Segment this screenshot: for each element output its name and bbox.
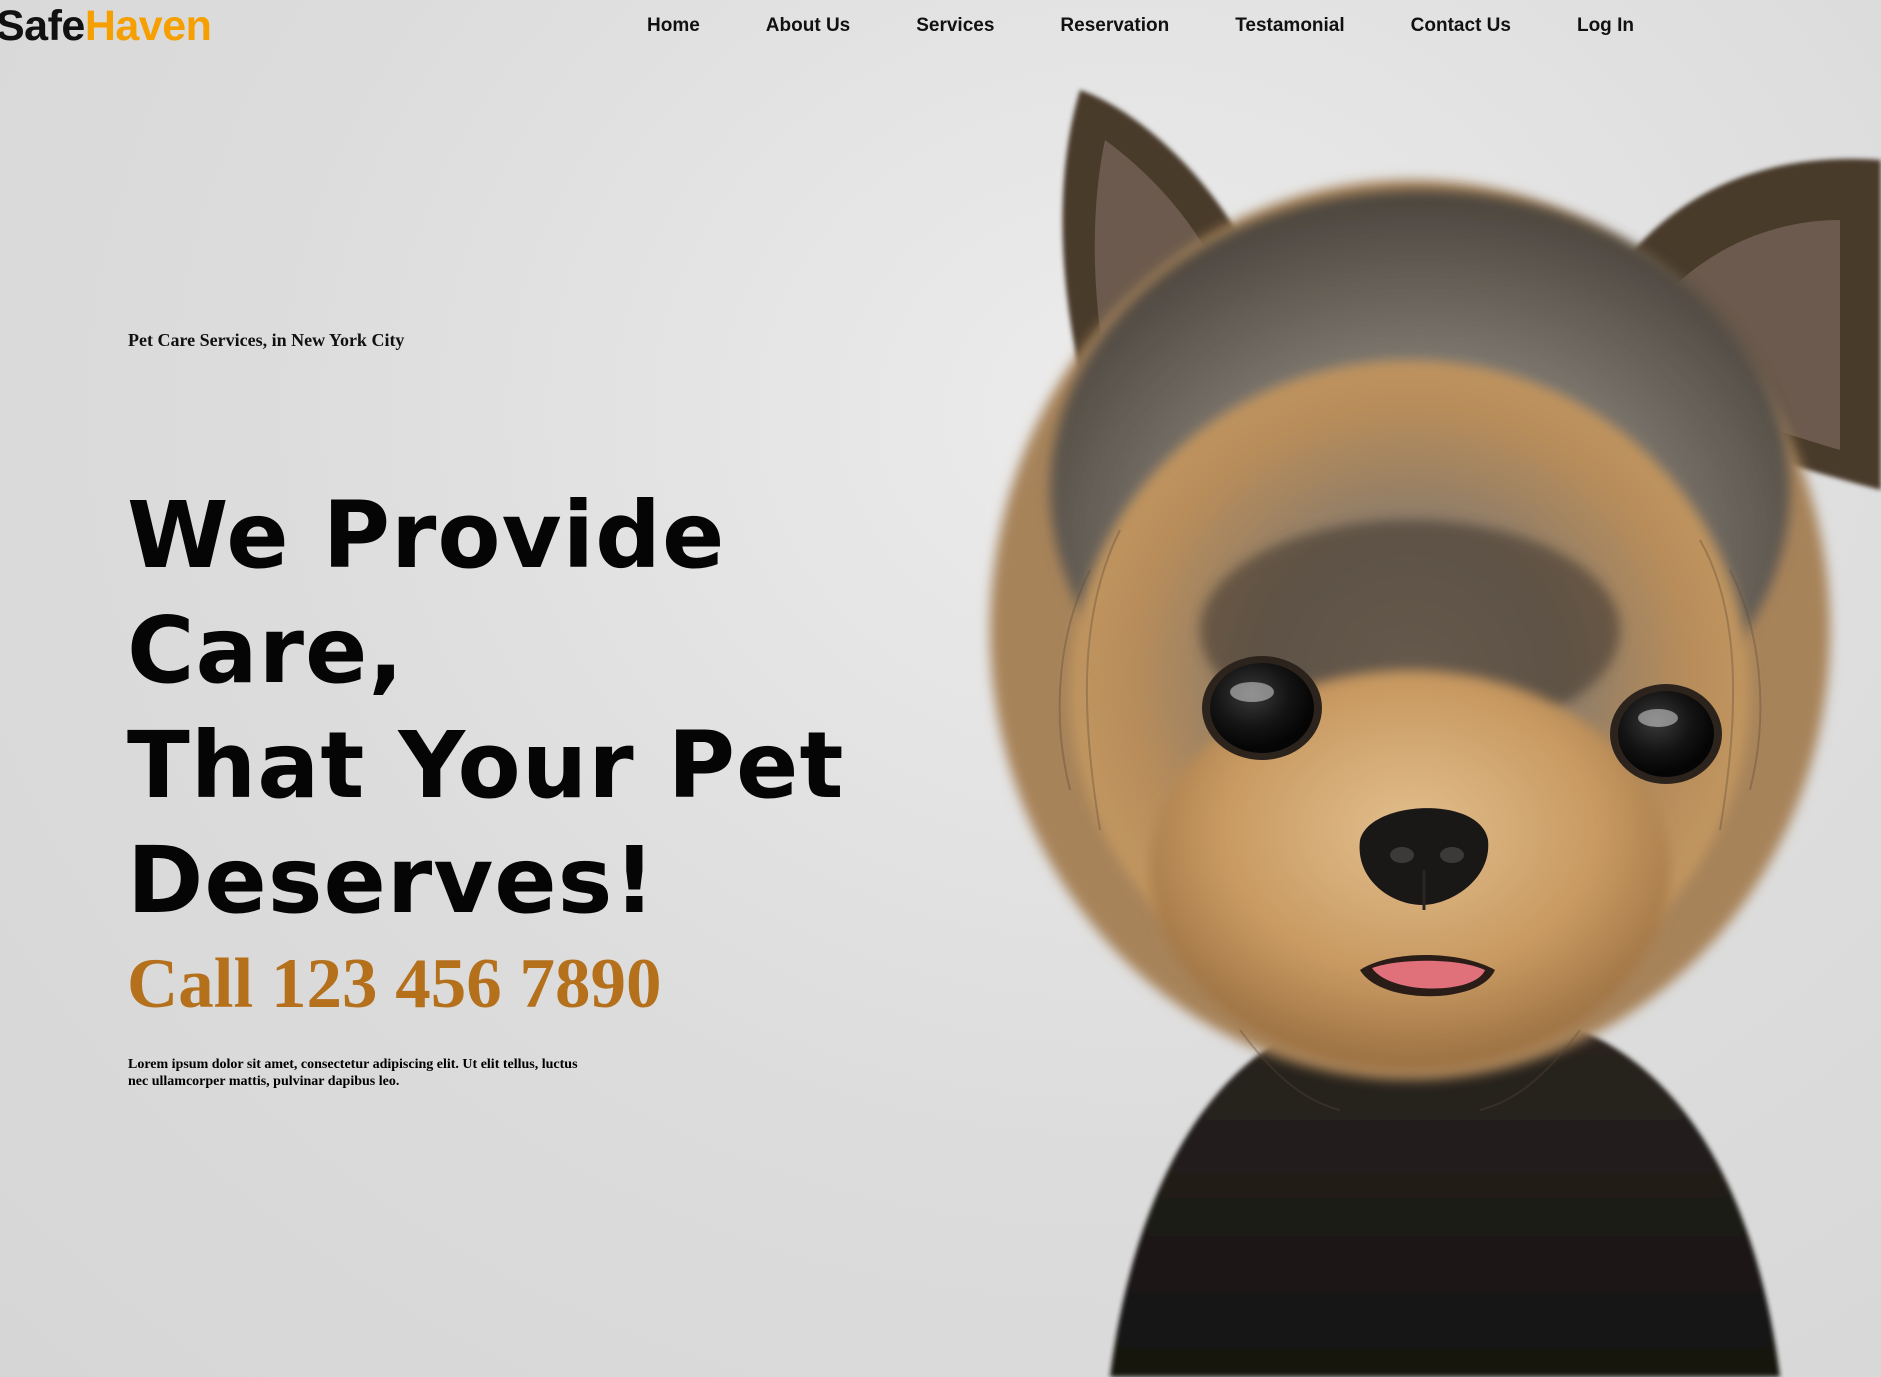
nav-testimonial[interactable]: Testamonial <box>1235 15 1344 37</box>
hero-headline: We Provide Care, That Your Pet Deserves! <box>127 478 987 938</box>
logo-text-haven: Haven <box>84 2 212 50</box>
nav-log-in[interactable]: Log In <box>1577 15 1634 37</box>
description-line-2: nec ullamcorper mattis, pulvinar dapibus… <box>128 1074 400 1089</box>
description-line-1: Lorem ipsum dolor sit amet, consectetur … <box>128 1057 578 1072</box>
nav-services[interactable]: Services <box>916 15 994 37</box>
call-phone-link[interactable]: Call 123 456 7890 <box>127 944 661 1024</box>
logo-text-safe: Safe <box>0 2 85 50</box>
nav-contact-us[interactable]: Contact Us <box>1411 15 1511 37</box>
hero-description: Lorem ipsum dolor sit amet, consectetur … <box>128 1056 628 1090</box>
headline-line-3: Deserves! <box>127 827 657 934</box>
main-nav: Home About Us Services Reservation Testa… <box>647 12 1634 40</box>
nav-reservation[interactable]: Reservation <box>1060 15 1169 37</box>
headline-line-2: That Your Pet <box>127 712 845 819</box>
hero-tagline: Pet Care Services, in New York City <box>128 330 405 350</box>
headline-line-1: We Provide Care, <box>127 482 726 704</box>
nav-about-us[interactable]: About Us <box>766 15 850 37</box>
yorkshire-terrier-photo <box>990 90 1881 1377</box>
nav-home[interactable]: Home <box>647 15 700 37</box>
site-logo[interactable]: SafeHaven <box>0 0 212 52</box>
